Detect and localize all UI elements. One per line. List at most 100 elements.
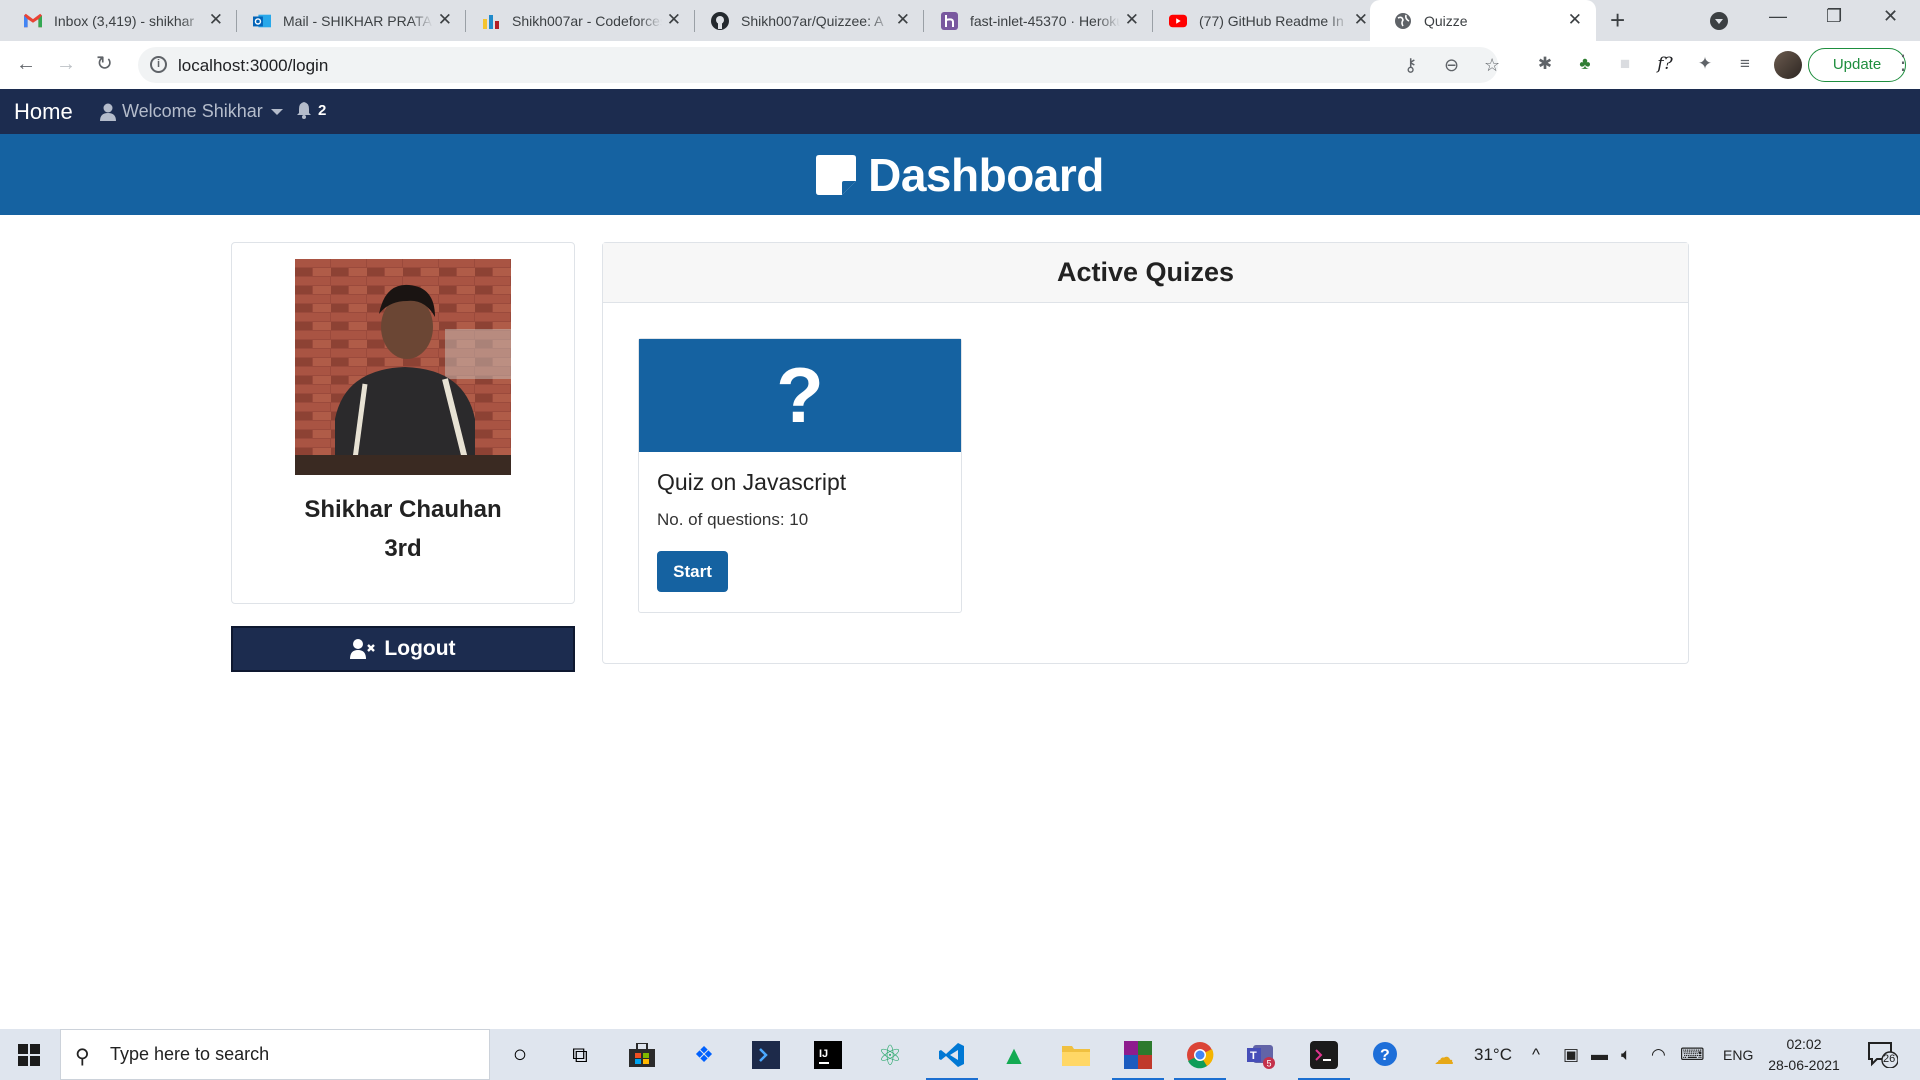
volume-icon[interactable]: 🔈︎: [1621, 1045, 1631, 1065]
start-quiz-button[interactable]: Start: [657, 551, 728, 592]
battery-icon[interactable]: ▬: [1591, 1045, 1608, 1065]
profile-card: Shikhar Chauhan 3rd: [231, 242, 575, 604]
heroku-icon: [940, 11, 958, 30]
terminal-icon[interactable]: [1298, 1037, 1350, 1080]
logout-button[interactable]: Logout: [231, 626, 575, 672]
action-center-icon[interactable]: 26: [1868, 1042, 1899, 1069]
quiz-title: Quiz on Javascript: [657, 469, 847, 495]
profile-avatar[interactable]: [1774, 51, 1802, 79]
task-view-icon[interactable]: ⧉: [562, 1037, 598, 1073]
windows-taskbar: ⚲ Type here to search ○ ⧉ ❖ IJ ⚛ ▲ T5 ? …: [0, 1029, 1920, 1080]
tab-title: (77) GitHub Readme In: [1199, 12, 1344, 29]
address-url[interactable]: localhost:3000/login: [178, 56, 328, 76]
extension-bug-icon[interactable]: ✱: [1534, 53, 1556, 75]
browser-tab[interactable]: (77) GitHub Readme In ✕: [1145, 0, 1382, 41]
globe-icon: [1394, 12, 1412, 30]
vscode-icon[interactable]: [926, 1037, 978, 1080]
bell-icon: [297, 102, 311, 119]
tab-close-icon[interactable]: ✕: [1568, 11, 1582, 29]
nav-home-link[interactable]: Home: [14, 99, 73, 125]
welcome-label: Welcome Shikhar: [122, 101, 263, 121]
tab-close-icon[interactable]: ✕: [209, 11, 223, 29]
tab-close-icon[interactable]: ✕: [438, 11, 452, 29]
device-icon[interactable]: ▣: [1563, 1045, 1579, 1065]
zoom-icon[interactable]: ⊖: [1444, 55, 1459, 76]
svg-text:?: ?: [1380, 1047, 1390, 1064]
help-icon[interactable]: ?: [1368, 1037, 1404, 1073]
tab-close-icon[interactable]: ✕: [896, 11, 910, 29]
cortana-icon[interactable]: ○: [502, 1037, 538, 1073]
windows-start-icon[interactable]: [18, 1044, 40, 1066]
store-icon[interactable]: [624, 1037, 660, 1073]
winrar-icon[interactable]: [1112, 1037, 1164, 1080]
minimize-icon[interactable]: —: [1769, 6, 1787, 27]
forward-icon[interactable]: →: [56, 54, 76, 74]
teams-icon[interactable]: T5: [1244, 1037, 1280, 1073]
language-indicator[interactable]: ENG: [1723, 1047, 1753, 1063]
dropbox-icon[interactable]: ❖: [686, 1037, 722, 1073]
quiz-question-count: No. of questions: 10: [657, 510, 809, 529]
outlook-icon: [253, 12, 271, 30]
tab-title: Shikh007ar - Codeforces: [512, 12, 662, 29]
bookmark-star-icon[interactable]: ☆: [1484, 55, 1500, 76]
notifications-link[interactable]: 2: [296, 102, 326, 119]
codeforces-icon: [482, 12, 500, 30]
tab-close-icon[interactable]: ✕: [1354, 11, 1368, 29]
extensions-puzzle-icon[interactable]: ✦: [1694, 53, 1716, 75]
svg-text:T: T: [1250, 1050, 1257, 1062]
back-icon[interactable]: ←: [16, 54, 36, 74]
question-mark-icon: ?: [776, 351, 824, 439]
extension-font-icon[interactable]: f?: [1654, 53, 1676, 75]
taskbar-search-placeholder: Type here to search: [110, 1044, 270, 1064]
browser-tab-active[interactable]: Quizze ✕: [1370, 0, 1596, 41]
browser-tab[interactable]: fast-inlet-45370 · Heroku ✕: [916, 0, 1153, 41]
reading-list-icon[interactable]: ≡: [1734, 53, 1756, 75]
browser-tab[interactable]: Inbox (3,419) - shikhar ✕: [0, 0, 237, 41]
new-tab-icon[interactable]: +: [1610, 7, 1625, 33]
quiz-card: ? Quiz on Javascript No. of questions: 1…: [638, 338, 962, 613]
intellij-icon[interactable]: IJ: [810, 1037, 846, 1073]
profile-name: Shikhar Chauhan: [304, 496, 502, 523]
extension-tree-icon[interactable]: ♣: [1574, 53, 1596, 75]
logout-label: Logout: [384, 637, 456, 660]
taskbar-search-box[interactable]: ⚲ Type here to search: [60, 1029, 490, 1080]
github-icon: [711, 11, 729, 30]
keyboard-icon[interactable]: ⌨: [1680, 1045, 1705, 1065]
tab-close-icon[interactable]: ✕: [1125, 11, 1139, 29]
browser-tab[interactable]: Shikh007ar - Codeforces ✕: [458, 0, 695, 41]
restore-icon[interactable]: ❐: [1826, 6, 1842, 27]
weather-temperature[interactable]: 31°C: [1474, 1045, 1512, 1065]
svg-text:5: 5: [1267, 1059, 1272, 1069]
tab-close-icon[interactable]: ✕: [667, 11, 681, 29]
update-button[interactable]: Update: [1808, 48, 1906, 82]
browser-tab[interactable]: Mail - SHIKHAR PRATAP ✕: [229, 0, 466, 41]
browser-tab[interactable]: Shikh007ar/Quizzee: A ✕: [687, 0, 924, 41]
tab-title: Inbox (3,419) - shikhar: [54, 12, 195, 29]
clock-time: 02:02: [1786, 1036, 1822, 1052]
clock[interactable]: 02:02 28-06-2021: [1765, 1034, 1843, 1076]
tab-title: Quizze: [1424, 12, 1468, 29]
notification-count: 2: [318, 102, 327, 119]
key-icon[interactable]: ⚷: [1404, 55, 1417, 76]
file-explorer-icon[interactable]: [1058, 1037, 1094, 1073]
mongodb-compass-icon[interactable]: ▲: [996, 1037, 1032, 1073]
chrome-menu-icon[interactable]: ⋮: [1893, 53, 1913, 73]
reload-icon[interactable]: ↻: [96, 54, 113, 74]
weather-icon[interactable]: ☁: [1434, 1045, 1454, 1070]
wifi-icon[interactable]: ◠: [1651, 1045, 1666, 1065]
tab-search-icon[interactable]: [1710, 12, 1728, 30]
extension-blank-icon[interactable]: ■: [1614, 53, 1636, 75]
user-dropdown[interactable]: Welcome Shikhar: [100, 101, 283, 122]
site-info-icon[interactable]: i: [150, 56, 167, 73]
search-icon: ⚲: [75, 1046, 90, 1068]
powershell-icon[interactable]: [748, 1037, 784, 1073]
quiz-card-header: ?: [639, 339, 961, 452]
close-window-icon[interactable]: ✕: [1883, 6, 1898, 27]
page-title: Dashboard: [868, 148, 1104, 201]
chevron-up-icon[interactable]: ^: [1532, 1045, 1540, 1065]
profile-rank: 3rd: [384, 535, 422, 562]
chrome-icon[interactable]: [1174, 1037, 1226, 1080]
address-bar[interactable]: i localhost:3000/login ⚷ ⊖ ☆: [138, 47, 1500, 83]
app-navbar: Home Welcome Shikhar 2: [0, 89, 1920, 134]
atom-icon[interactable]: ⚛: [872, 1037, 908, 1073]
